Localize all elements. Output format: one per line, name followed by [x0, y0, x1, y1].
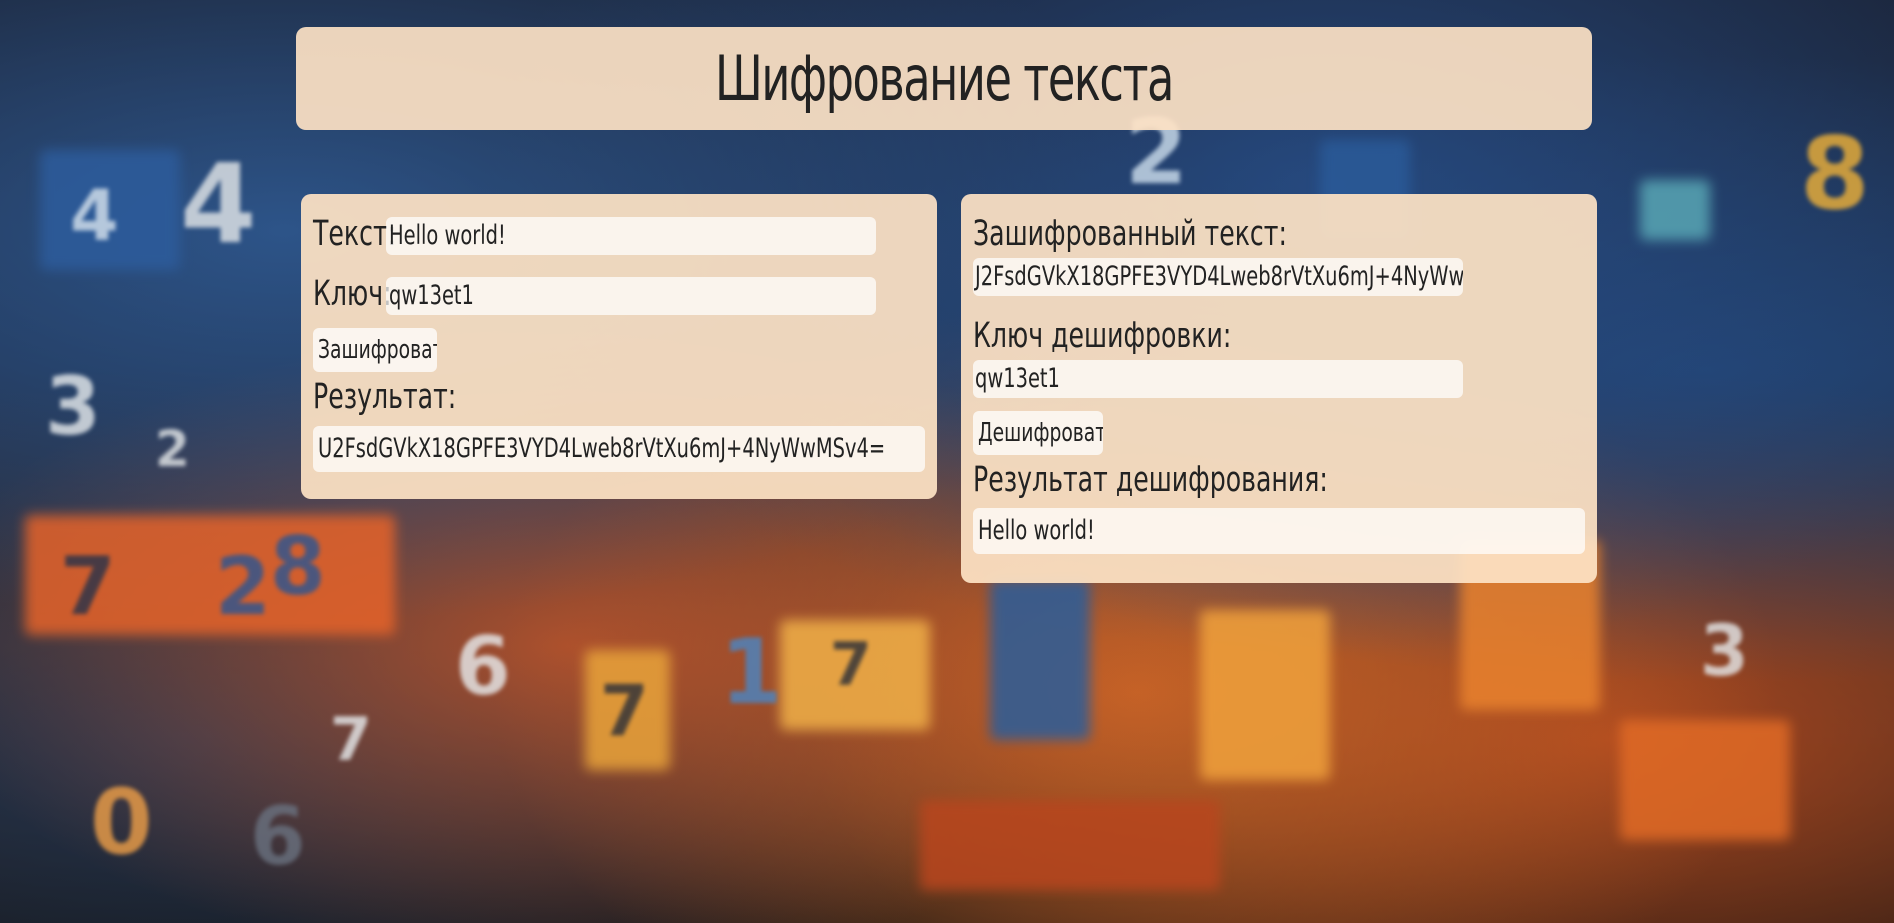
- bg-digit: 2: [215, 540, 271, 633]
- bg-digit: 6: [455, 620, 511, 713]
- bg-digit: 7: [60, 540, 116, 633]
- bg-digit: 8: [270, 520, 326, 613]
- result-label: Результат:: [313, 377, 457, 417]
- result-output[interactable]: U2FsdGVkX18GPFE3VYD4Lweb8rVtXu6mJ+4NyWwM…: [313, 426, 925, 472]
- header-bar: Шифрование текста: [296, 27, 1592, 130]
- key-input[interactable]: qw13et1: [386, 277, 876, 315]
- encrypt-button[interactable]: Зашифровать: [313, 328, 437, 372]
- bg-digit: 7: [600, 670, 649, 752]
- key-input-value: qw13et1: [389, 280, 474, 311]
- bg-shape: [990, 580, 1090, 740]
- bg-digit: 7: [330, 705, 372, 775]
- bg-digit: 1: [720, 620, 783, 725]
- page-title: Шифрование текста: [715, 42, 1174, 115]
- cipher-input-value: J2FsdGVkX18GPFE3VYD4Lweb8rVtXu6mJ+4NyWwM…: [975, 261, 1463, 292]
- decrypt-result-output[interactable]: Hello world!: [973, 508, 1585, 554]
- encrypt-panel: Текст: Hello world! Ключ: qw13et1 Зашифр…: [301, 194, 937, 499]
- bg-digit: 3: [1700, 610, 1749, 692]
- cipher-label: Зашифрованный текст:: [973, 214, 1287, 254]
- bg-digit: 2: [155, 420, 190, 478]
- decrypt-key-input-value: qw13et1: [975, 363, 1060, 394]
- bg-shape: [1640, 180, 1710, 240]
- decrypt-panel: Зашифрованный текст: J2FsdGVkX18GPFE3VYD…: [961, 194, 1597, 583]
- background-image: 4 4 2 3 8 7 2 8 6 7 7 7 1 0 6 3 2: [0, 0, 1894, 923]
- bg-digit: 7: [830, 630, 872, 700]
- text-label: Текст:: [313, 214, 397, 254]
- bg-digit: 4: [70, 175, 119, 257]
- bg-shape: [1200, 610, 1330, 780]
- decrypt-result-output-value: Hello world!: [978, 515, 1095, 546]
- decrypt-result-label: Результат дешифрования:: [973, 460, 1328, 500]
- bg-digit: 8: [1800, 115, 1870, 232]
- key-label: Ключ:: [313, 274, 392, 314]
- text-input[interactable]: Hello world!: [386, 217, 876, 255]
- bg-digit: 0: [90, 770, 153, 875]
- text-input-value: Hello world!: [389, 220, 506, 251]
- encrypt-button-label: Зашифровать: [318, 335, 437, 365]
- bg-digit: 6: [250, 790, 306, 883]
- decrypt-key-label: Ключ дешифровки:: [973, 316, 1232, 356]
- decrypt-button[interactable]: Дешифровать: [973, 411, 1103, 455]
- bg-shape: [920, 800, 1220, 890]
- bg-shape: [1620, 720, 1790, 840]
- decrypt-key-input[interactable]: qw13et1: [973, 360, 1463, 398]
- bg-digit: 3: [45, 360, 101, 453]
- result-output-value: U2FsdGVkX18GPFE3VYD4Lweb8rVtXu6mJ+4NyWwM…: [318, 433, 886, 464]
- cipher-input[interactable]: J2FsdGVkX18GPFE3VYD4Lweb8rVtXu6mJ+4NyWwM…: [973, 258, 1463, 296]
- bg-digit: 4: [180, 140, 257, 268]
- decrypt-button-label: Дешифровать: [978, 418, 1103, 448]
